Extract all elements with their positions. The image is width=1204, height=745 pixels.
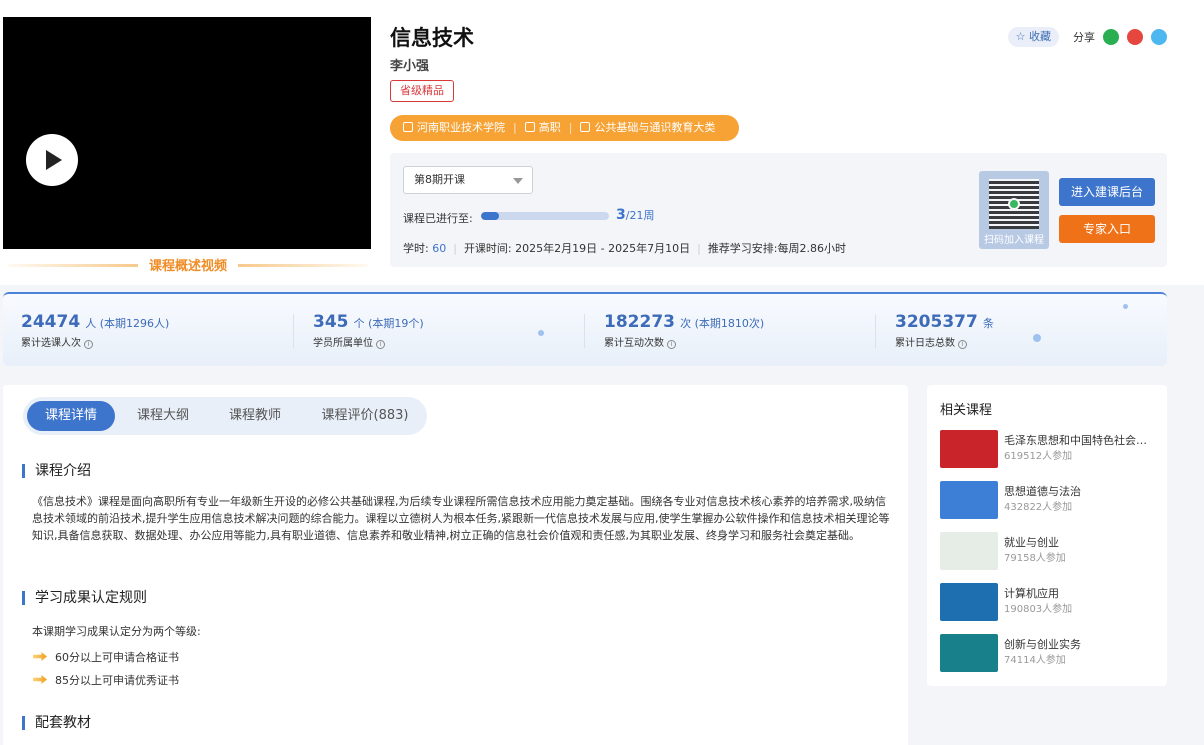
header-actions: ☆ 收藏 分享 (1007, 27, 1167, 47)
related-course-item[interactable]: 思想道德与法治 432822人参加 (940, 481, 1160, 521)
layers-icon (524, 122, 535, 132)
category-tag: 公共基础与通识教育大类 (594, 121, 716, 134)
play-icon (46, 150, 62, 170)
school-tag[interactable]: 河南职业技术学院 (417, 121, 505, 134)
detail-tabs: 课程详情 课程大纲 课程教师 课程评价(883) (23, 397, 427, 435)
qr-code[interactable]: 扫码加入课程 (979, 171, 1049, 249)
favorite-button[interactable]: ☆ 收藏 (1007, 27, 1059, 47)
course-thumbnail (940, 481, 998, 519)
decor-dot (1123, 304, 1128, 309)
expert-entry-button[interactable]: 专家入口 (1059, 215, 1155, 243)
course-thumbnail (940, 634, 998, 672)
stat-enrollments: 24474 人 (本期1296人) 累计选课人次 i (21, 312, 170, 349)
course-title: 信息技术 (390, 26, 474, 50)
tab-details[interactable]: 课程详情 (27, 401, 115, 431)
star-icon: ☆ (1015, 30, 1026, 43)
course-thumbnail (940, 583, 998, 621)
progress-label: 课程已进行至: (403, 212, 473, 225)
related-course-item[interactable]: 就业与创业 79158人参加 (940, 532, 1160, 572)
level-tag: 高职 (538, 121, 561, 134)
related-courses: 相关课程 毛泽东思想和中国特色社会主义理论体系概论 619512人参加 思想道德… (927, 385, 1167, 686)
stats-bar: 24474 人 (本期1296人) 累计选课人次 i 345 个 (本期19个) … (3, 292, 1167, 366)
progress-fill (481, 212, 500, 220)
session-panel: 第8期开课 课程已进行至: 3/21周 学时: 60 | 开课时间: 2025年2月… (390, 153, 1167, 267)
stat-logs: 3205377 条 累计日志总数 i (895, 312, 994, 349)
divider (875, 314, 876, 348)
chevron-down-icon (513, 178, 523, 184)
wechat-icon[interactable] (1103, 29, 1119, 45)
materials-title: 配套教材 (22, 716, 91, 730)
related-course-item[interactable]: 创新与创业实务 74114人参加 (940, 634, 1160, 674)
progress-value: 3/21周 (616, 207, 655, 223)
decor-dot (538, 330, 544, 336)
course-tags: 河南职业技术学院 | 高职 | 公共基础与通识教育大类 (390, 115, 739, 141)
qq-icon[interactable] (1151, 29, 1167, 45)
book-icon (580, 122, 591, 132)
session-meta: 学时: 60 | 开课时间: 2025年2月19日 - 2025年7月10日 | 推荐学… (403, 242, 847, 255)
info-icon[interactable]: i (376, 340, 385, 349)
video-player[interactable] (3, 17, 371, 249)
weibo-icon[interactable] (1127, 29, 1143, 45)
video-caption: 课程概述视频 (8, 255, 368, 275)
rules-intro: 本课期学习成果认定分为两个等级: (32, 625, 201, 638)
intro-text: 《信息技术》课程是面向高职所有专业一年级新生开设的必修公共基础课程,为后续专业课… (32, 495, 890, 542)
school-icon (403, 122, 413, 132)
related-course-item[interactable]: 计算机应用 190803人参加 (940, 583, 1160, 623)
divider (293, 314, 294, 348)
course-thumbnail (940, 430, 998, 468)
rule-item: 85分以上可申请优秀证书 (33, 672, 179, 688)
decor-dot (1033, 334, 1041, 342)
stat-interactions: 182273 次 (本期1810次) 累计互动次数 i (604, 312, 765, 349)
related-course-item[interactable]: 毛泽东思想和中国特色社会主义理论体系概论 619512人参加 (940, 430, 1160, 470)
rule-item: 60分以上可申请合格证书 (33, 649, 179, 665)
session-select[interactable]: 第8期开课 (403, 166, 533, 194)
qr-image (989, 179, 1039, 229)
wechat-logo-icon (1008, 198, 1020, 210)
info-icon[interactable]: i (958, 340, 967, 349)
arrow-icon (33, 675, 47, 684)
progress-bar (481, 212, 609, 220)
play-button[interactable] (26, 134, 78, 186)
stat-units: 345 个 (本期19个) 学员所属单位 i (313, 312, 424, 349)
level-badge: 省级精品 (390, 80, 454, 102)
course-header: 课程概述视频 信息技术 李小强 省级精品 河南职业技术学院 | 高职 | 公共基础与通识… (0, 0, 1204, 285)
course-thumbnail (940, 532, 998, 570)
arrow-icon (33, 652, 47, 661)
related-title: 相关课程 (940, 403, 993, 418)
info-icon[interactable]: i (84, 340, 93, 349)
enter-backend-button[interactable]: 进入建课后台 (1059, 178, 1155, 206)
divider (584, 314, 585, 348)
intro-title: 课程介绍 (22, 464, 91, 478)
rules-title: 学习成果认定规则 (22, 591, 147, 605)
tab-teachers[interactable]: 课程教师 (215, 401, 295, 431)
tab-outline[interactable]: 课程大纲 (123, 401, 203, 431)
qr-label: 扫码加入课程 (984, 235, 1044, 246)
course-detail-panel: 课程详情 课程大纲 课程教师 课程评价(883) 课程介绍 《信息技术》课程是面… (3, 385, 908, 745)
info-icon[interactable]: i (667, 340, 676, 349)
share-label: 分享 (1073, 31, 1095, 44)
tab-reviews[interactable]: 课程评价(883) (307, 401, 423, 431)
course-teacher[interactable]: 李小强 (390, 55, 429, 74)
